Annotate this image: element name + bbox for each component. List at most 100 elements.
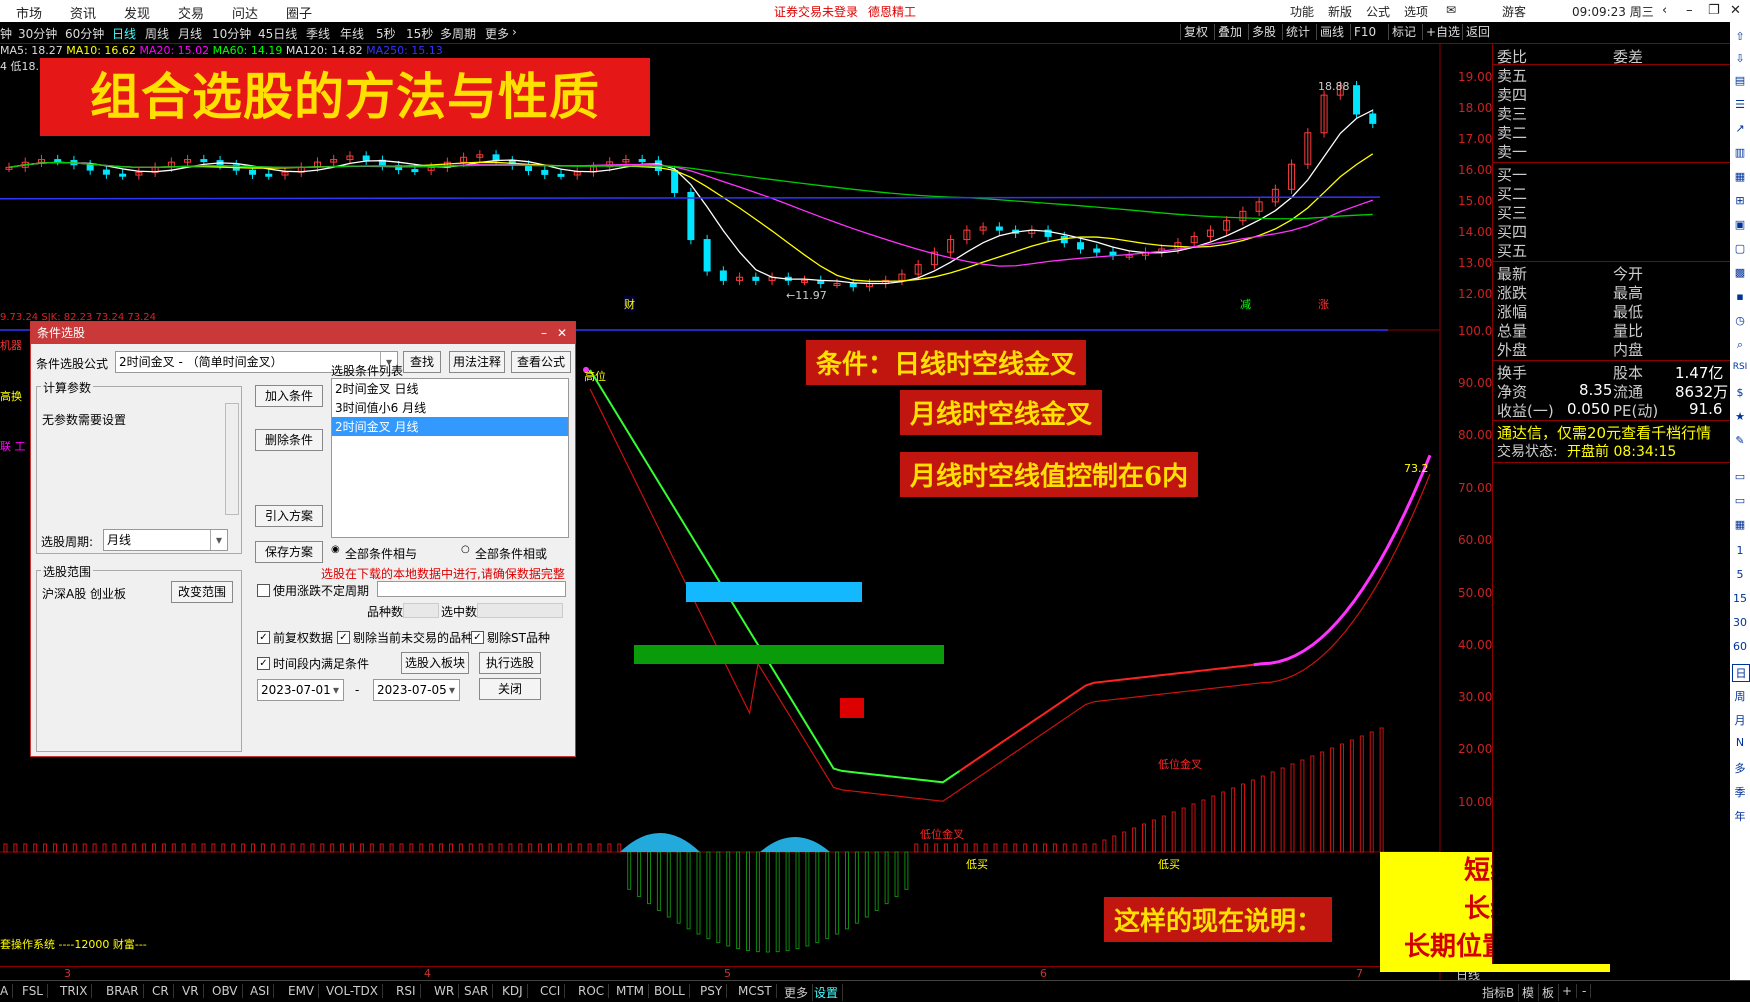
sidebar-period-day[interactable]: 日 — [1732, 664, 1750, 682]
sidebar-period-multi[interactable]: 多 — [1732, 760, 1748, 776]
menu-formula[interactable]: 公式 — [1366, 3, 1390, 20]
menu-circle[interactable]: 圈子 — [286, 3, 312, 22]
sidebar-period-60[interactable]: 60 — [1732, 640, 1748, 653]
close-button[interactable]: 关闭 — [479, 678, 541, 700]
bottom-right-tab-4[interactable]: - — [1582, 984, 1592, 998]
sidebar-f5-icon[interactable]: ▭ — [1732, 470, 1748, 483]
indicator-tab-4[interactable]: CR — [152, 984, 174, 998]
indicator-tab-18[interactable]: PSY — [700, 984, 728, 998]
period-more[interactable]: 更多 — [485, 25, 509, 42]
scrollbar[interactable] — [225, 403, 239, 515]
sidebar-period-1[interactable]: 1 — [1732, 544, 1748, 557]
unfixed-period-field[interactable] — [377, 581, 566, 597]
indicator-tab-13[interactable]: KDJ — [502, 984, 528, 998]
sidebar-period-week[interactable]: 周 — [1732, 688, 1748, 704]
fq-checkbox[interactable]: ✓ — [257, 631, 270, 644]
indicator-tab-8[interactable]: EMV — [288, 984, 320, 998]
bottom-right-tab-0[interactable]: 指标B — [1482, 984, 1520, 1001]
sidebar-calc-icon[interactable]: ▩ — [1732, 266, 1748, 279]
import-plan-button[interactable]: 引入方案 — [255, 505, 323, 527]
back-icon[interactable]: ‹ — [1662, 3, 1667, 18]
minimize-icon[interactable]: – — [1686, 3, 1693, 18]
save-plan-button[interactable]: 保存方案 — [255, 541, 323, 563]
indicator-tab-2[interactable]: TRIX — [60, 984, 93, 998]
sidebar-period-n[interactable]: N — [1732, 736, 1748, 749]
radio-and-label[interactable]: 全部条件相与 — [345, 545, 417, 562]
tool-draw[interactable]: 画线 — [1316, 24, 1347, 40]
period-multi[interactable]: 多周期 — [440, 25, 476, 42]
indicator-tab-7[interactable]: ASI — [250, 984, 275, 998]
period-day[interactable]: 日线 — [112, 25, 136, 42]
period-select[interactable]: 月线 ▾ — [103, 529, 228, 551]
unfixed-period-label[interactable]: 使用涨跌不定周期 — [273, 582, 369, 599]
sidebar-rsi-icon[interactable]: RSI — [1732, 362, 1748, 372]
indicator-tab-19[interactable]: MCST — [738, 984, 777, 998]
sidebar-period-5[interactable]: 5 — [1732, 568, 1748, 581]
close-icon[interactable]: ✕ — [557, 322, 567, 344]
tool-overlay[interactable]: 叠加 — [1214, 24, 1245, 40]
sidebar-list-icon[interactable]: ☰ — [1732, 98, 1748, 111]
sidebar-period-year[interactable]: 年 — [1732, 808, 1748, 824]
indicator-tab-16[interactable]: MTM — [616, 984, 650, 998]
indicator-tab-10[interactable]: RSI — [396, 984, 421, 998]
usage-button[interactable]: 用法注释 — [449, 351, 505, 373]
indicator-tab-5[interactable]: VR — [182, 984, 204, 998]
mail-icon[interactable]: ✉ — [1446, 3, 1456, 17]
delete-condition-button[interactable]: 删除条件 — [255, 429, 323, 451]
close-icon[interactable]: ✕ — [1730, 3, 1741, 18]
chevron-down-icon[interactable]: ▾ — [329, 680, 343, 700]
chevron-right-icon[interactable]: › — [512, 25, 517, 39]
ad-link[interactable]: 通达信，仅需20元查看千档行情 — [1497, 422, 1711, 443]
bottom-right-tab-3[interactable]: + — [1562, 984, 1578, 998]
indicator-tab-14[interactable]: CCI — [540, 984, 566, 998]
sidebar-period-month[interactable]: 月 — [1732, 712, 1748, 728]
view-formula-button[interactable]: 查看公式 — [511, 351, 571, 373]
sidebar-box-icon[interactable]: ▭ — [1732, 494, 1748, 507]
menu-trade[interactable]: 交易 — [178, 3, 204, 22]
radio-and-icon[interactable]: ◉ — [331, 544, 340, 555]
period-10min[interactable]: 10分钟 — [212, 25, 251, 42]
cai-marker[interactable]: 财 — [624, 296, 635, 312]
indicator-tab-11[interactable]: WR — [434, 984, 460, 998]
sidebar-period-15[interactable]: 15 — [1732, 592, 1748, 605]
period-week[interactable]: 周线 — [145, 25, 169, 42]
sidebar-kline-icon[interactable]: ▥ — [1732, 146, 1748, 159]
minimize-icon[interactable]: – — [541, 322, 547, 344]
sidebar-search-icon[interactable]: ⌕ — [1732, 338, 1748, 352]
login-status[interactable]: 证券交易未登录 — [774, 3, 858, 20]
sidebar-pen-icon[interactable]: ✎ — [1732, 434, 1748, 447]
period-min[interactable]: 钟 — [0, 25, 12, 42]
indicator-tab-1[interactable]: FSL — [22, 984, 48, 998]
tool-mark[interactable]: 标记 — [1388, 24, 1419, 40]
menu-ask[interactable]: 问达 — [232, 3, 258, 22]
indicator-tab-6[interactable]: OBV — [212, 984, 243, 998]
condition-item-selected[interactable]: 2时间金叉 月线 — [332, 417, 568, 436]
condition-item[interactable]: 2时间金叉 日线 — [332, 379, 568, 398]
sidebar-trend-icon[interactable]: ↗ — [1732, 122, 1748, 135]
sidebar-grid-icon[interactable]: ▦ — [1732, 518, 1748, 531]
guest-label[interactable]: 游客 — [1502, 3, 1526, 20]
find-button[interactable]: 查找 — [403, 351, 441, 373]
time-range-checkbox[interactable]: ✓ — [257, 657, 270, 670]
indicator-tab-3[interactable]: BRAR — [106, 984, 144, 998]
period-30min[interactable]: 30分钟 — [18, 25, 57, 42]
date-to-field[interactable]: 2023-07-05 ▾ — [373, 679, 460, 701]
menu-discover[interactable]: 发现 — [124, 3, 150, 22]
tool-stats[interactable]: 统计 — [1282, 24, 1313, 40]
sidebar-news-icon[interactable]: ▣ — [1732, 218, 1748, 231]
period-60min[interactable]: 60分钟 — [65, 25, 104, 42]
sidebar-mini-icon[interactable]: ▪ — [1732, 290, 1748, 303]
condition-list[interactable]: 2时间金叉 日线 3时间值小6 月线 2时间金叉 月线 — [331, 378, 569, 538]
arrow-up-icon[interactable]: ⇧ — [1732, 30, 1748, 43]
tool-back[interactable]: 返回 — [1462, 24, 1493, 40]
unfixed-period-checkbox[interactable] — [257, 584, 270, 597]
condition-item[interactable]: 3时间值小6 月线 — [332, 398, 568, 417]
sidebar-money-icon[interactable]: $ — [1732, 386, 1748, 399]
date-from-field[interactable]: 2023-07-01 ▾ — [257, 679, 344, 701]
tool-f10[interactable]: F10 — [1350, 24, 1379, 40]
st-label[interactable]: 剔除ST品种 — [487, 629, 550, 646]
st-checkbox[interactable]: ✓ — [471, 631, 484, 644]
period-15s[interactable]: 15秒 — [406, 25, 433, 42]
add-to-block-button[interactable]: 选股入板块 — [401, 652, 469, 674]
period-year[interactable]: 年线 — [340, 25, 364, 42]
